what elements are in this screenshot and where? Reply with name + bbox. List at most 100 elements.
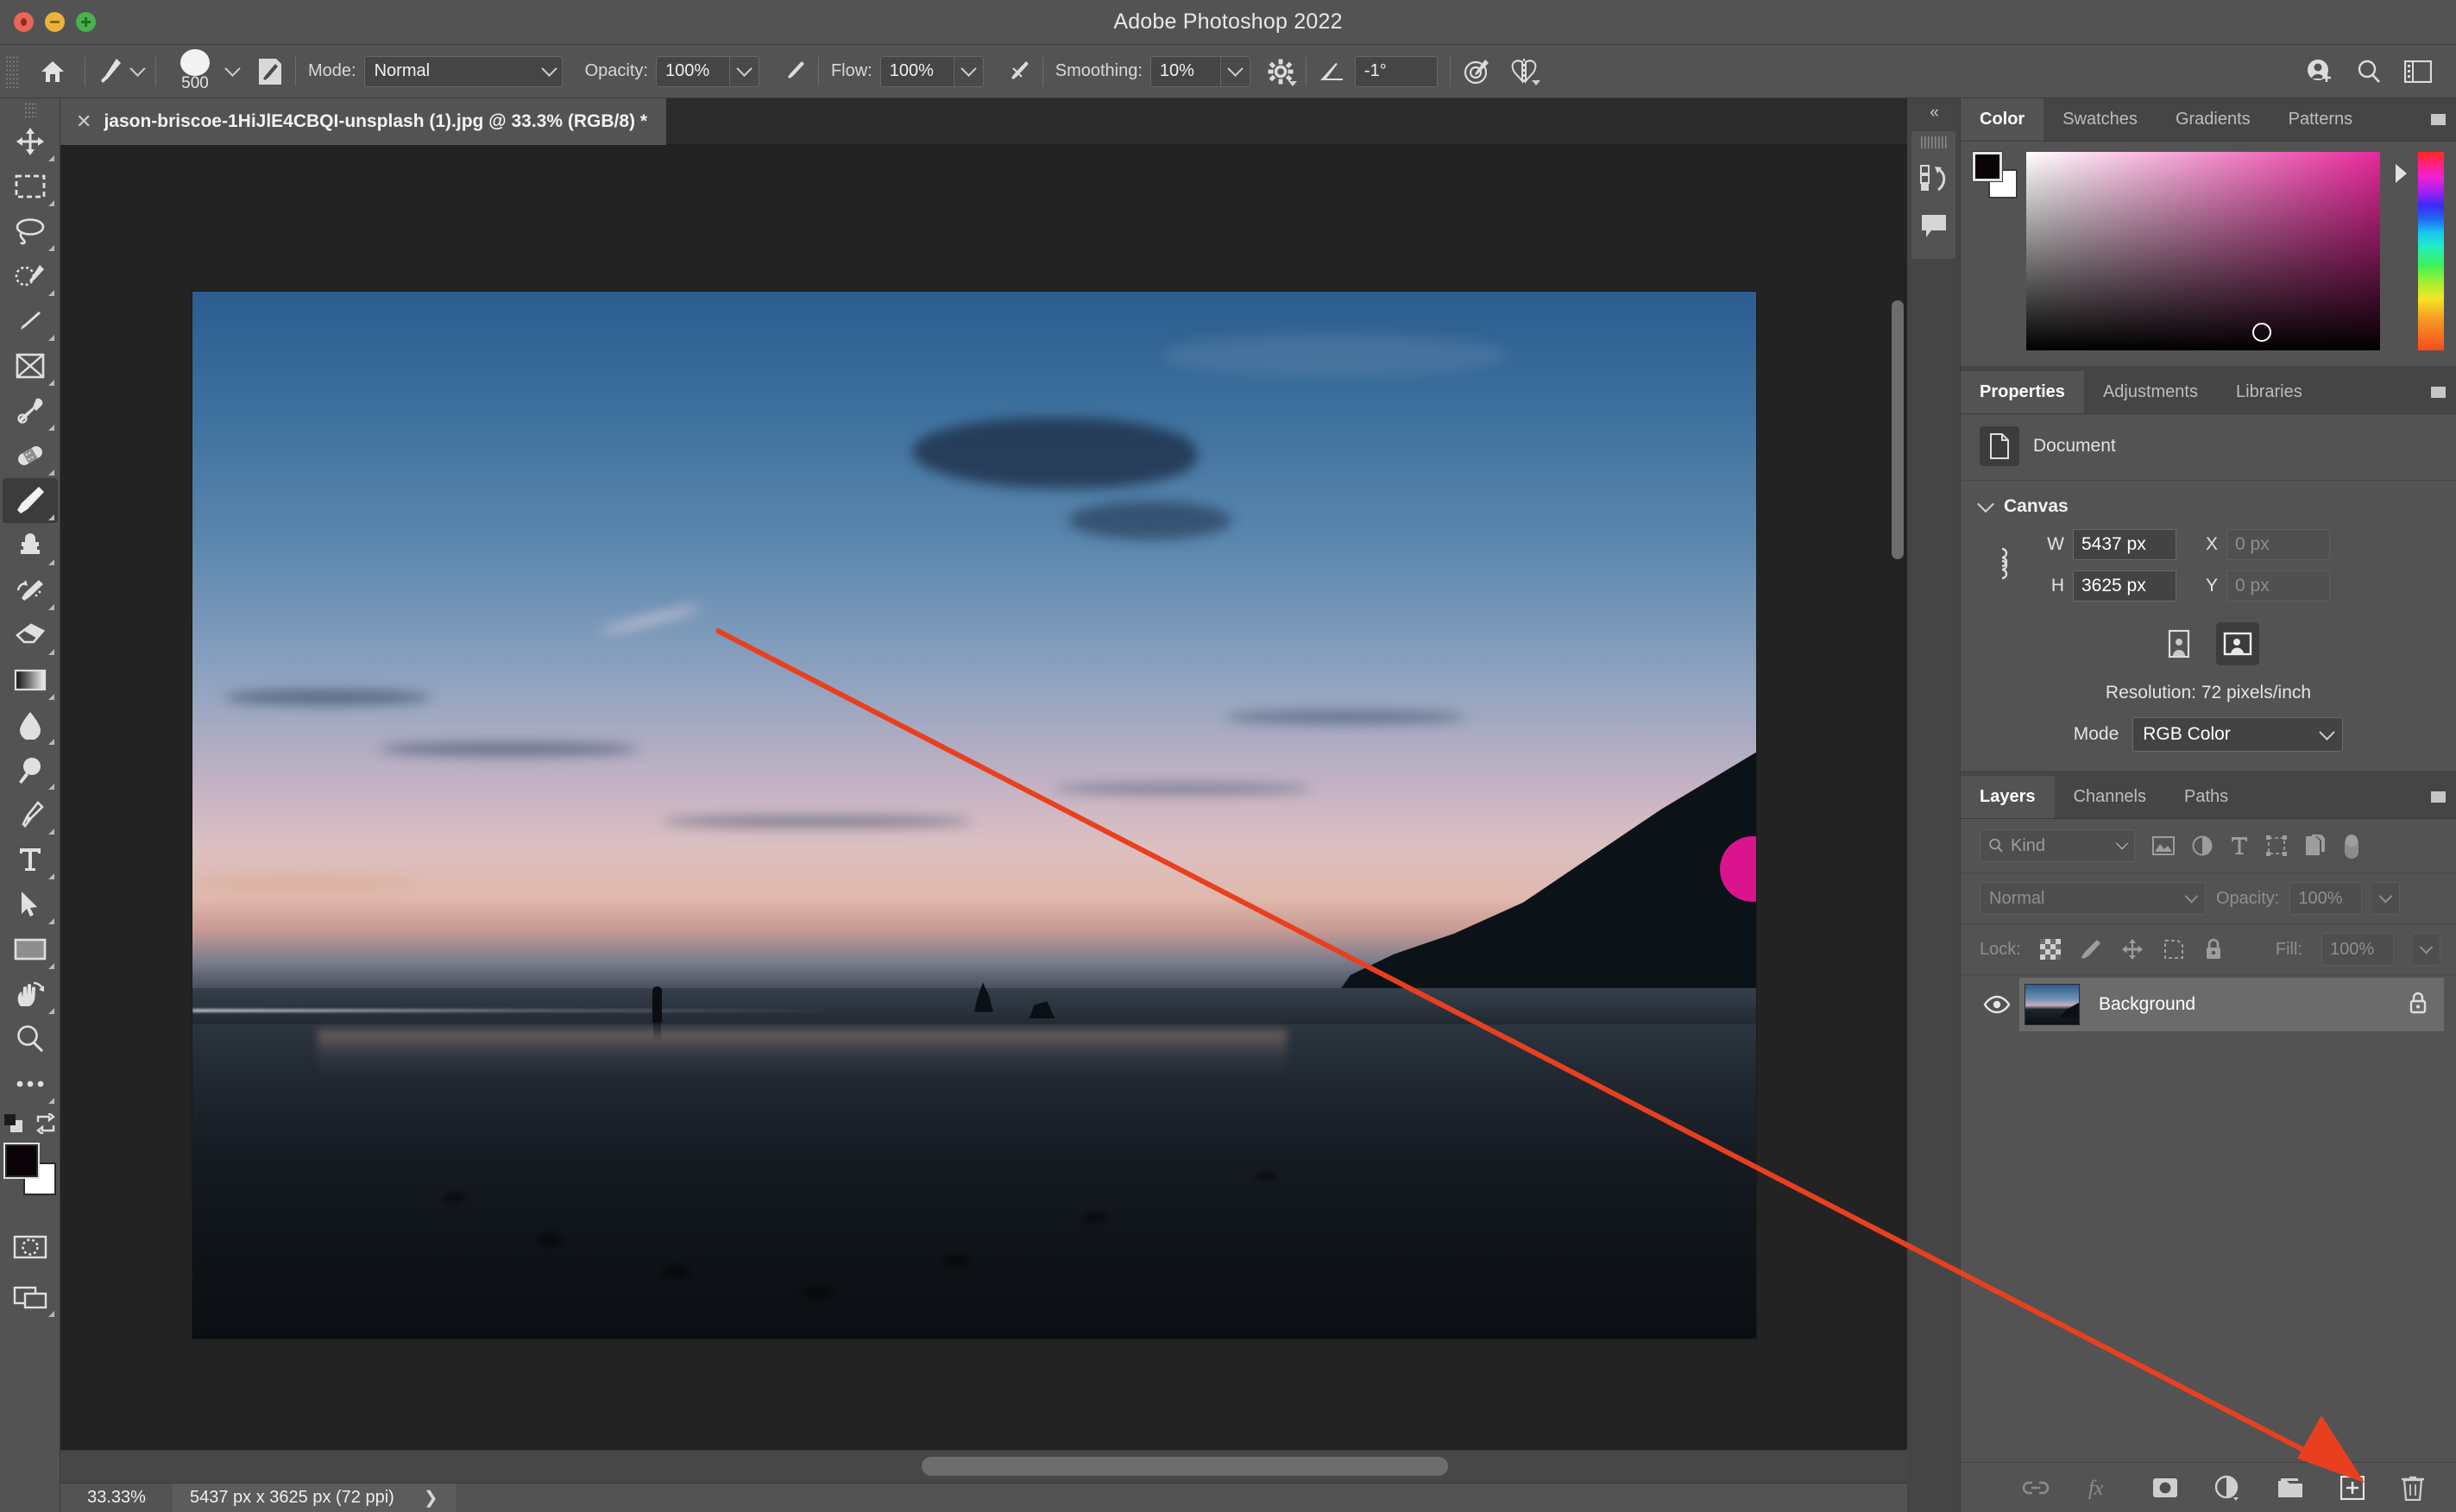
hand-tool[interactable] bbox=[3, 972, 58, 1017]
new-layer-button[interactable] bbox=[2340, 1475, 2365, 1500]
opacity-input[interactable]: 100% bbox=[655, 55, 730, 87]
tab-swatches[interactable]: Swatches bbox=[2044, 98, 2157, 141]
brush-settings-panel-icon[interactable] bbox=[257, 57, 283, 86]
layer-fill-stepper[interactable] bbox=[2413, 933, 2440, 966]
rail-grip[interactable] bbox=[1920, 136, 1947, 148]
tab-gradients[interactable]: Gradients bbox=[2156, 98, 2270, 141]
rectangular-marquee-tool[interactable] bbox=[3, 164, 58, 209]
canvas-y-input[interactable]: 0 px bbox=[2226, 570, 2330, 602]
canvas-vertical-scrollbar[interactable] bbox=[1892, 300, 1904, 559]
chevron-down-icon[interactable] bbox=[1977, 495, 1994, 513]
tab-patterns[interactable]: Patterns bbox=[2269, 98, 2372, 141]
brush-angle-input[interactable]: -1° bbox=[1354, 55, 1438, 87]
document-tab[interactable]: ✕ jason-briscoe-1HiJlE4CBQI-unsplash (1)… bbox=[60, 98, 667, 145]
link-layers-button[interactable] bbox=[2021, 1479, 2050, 1496]
filter-smart-object-icon[interactable] bbox=[2304, 835, 2325, 857]
lock-transparent-pixels-icon[interactable] bbox=[2039, 939, 2061, 960]
panel-menu-icon[interactable] bbox=[2431, 371, 2456, 413]
lock-all-icon[interactable] bbox=[2204, 938, 2223, 961]
canvas-image[interactable] bbox=[192, 292, 1756, 1339]
canvas-x-input[interactable]: 0 px bbox=[2226, 529, 2330, 560]
filter-adjustment-icon[interactable] bbox=[2192, 835, 2213, 856]
layer-card[interactable]: Background bbox=[2019, 978, 2444, 1031]
tab-paths[interactable]: Paths bbox=[2165, 776, 2248, 818]
eraser-tool[interactable] bbox=[3, 613, 58, 658]
symmetry-butterfly-icon[interactable] bbox=[1509, 58, 1540, 85]
layer-opacity-stepper[interactable] bbox=[2372, 882, 2401, 915]
foreground-color-swatch[interactable] bbox=[3, 1143, 40, 1179]
color-picker-field[interactable] bbox=[2026, 152, 2380, 350]
type-tool[interactable] bbox=[3, 837, 58, 882]
collapse-panels-icon[interactable]: « bbox=[1907, 98, 1960, 128]
path-selection-tool[interactable] bbox=[3, 882, 58, 927]
hue-slider-handle[interactable] bbox=[2396, 164, 2407, 183]
clone-stamp-tool[interactable] bbox=[3, 523, 58, 568]
new-fill-adjustment-button[interactable] bbox=[2214, 1475, 2240, 1501]
brush-size-dropdown[interactable] bbox=[224, 60, 241, 77]
brush-preset-dropdown[interactable] bbox=[129, 60, 146, 77]
quick-mask-icon[interactable] bbox=[3, 1225, 58, 1269]
opacity-stepper[interactable] bbox=[729, 55, 759, 87]
link-dimensions-icon[interactable] bbox=[1993, 544, 2011, 588]
tab-adjustments[interactable]: Adjustments bbox=[2083, 371, 2217, 413]
lock-image-pixels-icon[interactable] bbox=[2080, 938, 2102, 961]
landscape-orientation-icon[interactable] bbox=[2216, 622, 2259, 665]
layer-blend-mode-dropdown[interactable]: Normal bbox=[1980, 882, 2206, 915]
tools-panel-grip[interactable] bbox=[23, 102, 36, 117]
rectangle-tool[interactable] bbox=[3, 927, 58, 972]
search-icon[interactable] bbox=[2356, 59, 2382, 85]
canvas-width-input[interactable]: 5437 px bbox=[2073, 529, 2176, 560]
zoom-tool[interactable] bbox=[3, 1017, 58, 1062]
eyedropper-tool[interactable] bbox=[3, 388, 58, 433]
tab-channels[interactable]: Channels bbox=[2054, 776, 2166, 818]
layer-name[interactable]: Background bbox=[2099, 994, 2195, 1015]
dodge-tool[interactable] bbox=[3, 747, 58, 792]
eye-icon[interactable] bbox=[1974, 995, 2019, 1014]
tab-color[interactable]: Color bbox=[1961, 98, 2044, 141]
close-tab-icon[interactable]: ✕ bbox=[76, 112, 91, 131]
comments-panel-button[interactable] bbox=[1911, 202, 1955, 250]
move-tool[interactable] bbox=[3, 119, 58, 164]
smoothing-stepper[interactable] bbox=[1220, 55, 1250, 87]
default-colors-icon[interactable] bbox=[3, 1113, 26, 1138]
tab-properties[interactable]: Properties bbox=[1961, 371, 2084, 413]
history-panel-button[interactable] bbox=[1911, 154, 1955, 202]
airbrush-icon[interactable] bbox=[1003, 58, 1030, 85]
panel-menu-icon[interactable] bbox=[2431, 776, 2456, 818]
hue-slider[interactable] bbox=[2418, 152, 2444, 350]
add-layer-mask-button[interactable] bbox=[2152, 1477, 2178, 1498]
swap-colors-icon[interactable] bbox=[35, 1111, 57, 1138]
flow-input[interactable]: 100% bbox=[879, 55, 954, 87]
canvas-section-header[interactable]: Canvas bbox=[1961, 481, 2456, 526]
blur-tool[interactable] bbox=[3, 702, 58, 747]
canvas-height-input[interactable]: 3625 px bbox=[2073, 570, 2176, 602]
tab-libraries[interactable]: Libraries bbox=[2217, 371, 2321, 413]
layer-kind-filter[interactable]: Kind bbox=[1980, 829, 2135, 862]
gradient-tool[interactable] bbox=[3, 658, 58, 702]
brush-tool[interactable] bbox=[2, 478, 58, 523]
flow-stepper[interactable] bbox=[954, 55, 984, 87]
panel-menu-icon[interactable] bbox=[2431, 98, 2456, 141]
smoothing-input[interactable]: 10% bbox=[1149, 55, 1221, 87]
pressure-opacity-icon[interactable] bbox=[778, 58, 806, 85]
filter-pixel-icon[interactable] bbox=[2152, 836, 2175, 855]
history-brush-tool[interactable] bbox=[3, 568, 58, 613]
smoothing-options-gear-icon[interactable] bbox=[1268, 59, 1297, 86]
crop-tool[interactable] bbox=[3, 299, 58, 343]
layer-fill-input[interactable]: 100% bbox=[2321, 933, 2394, 966]
options-bar-grip[interactable] bbox=[5, 54, 19, 88]
portrait-orientation-icon[interactable] bbox=[2157, 622, 2201, 665]
brush-size-preview[interactable]: 500 bbox=[168, 49, 222, 93]
layer-opacity-input[interactable]: 100% bbox=[2289, 882, 2363, 915]
filter-toggle-icon[interactable] bbox=[2342, 833, 2361, 859]
brush-preset-icon[interactable] bbox=[98, 57, 123, 86]
pen-tool[interactable] bbox=[3, 792, 58, 837]
layer-list-item[interactable]: Background bbox=[1961, 975, 2456, 1034]
filter-type-icon[interactable] bbox=[2230, 835, 2249, 856]
layer-style-button[interactable]: fx bbox=[2087, 1475, 2116, 1501]
lock-icon[interactable] bbox=[2408, 991, 2428, 1019]
spot-healing-brush-tool[interactable] bbox=[3, 433, 58, 478]
canvas-horizontal-scrollbar-thumb[interactable] bbox=[922, 1457, 1448, 1476]
tab-layers[interactable]: Layers bbox=[1961, 776, 2055, 818]
zoom-level[interactable]: 33.33% bbox=[60, 1488, 173, 1508]
